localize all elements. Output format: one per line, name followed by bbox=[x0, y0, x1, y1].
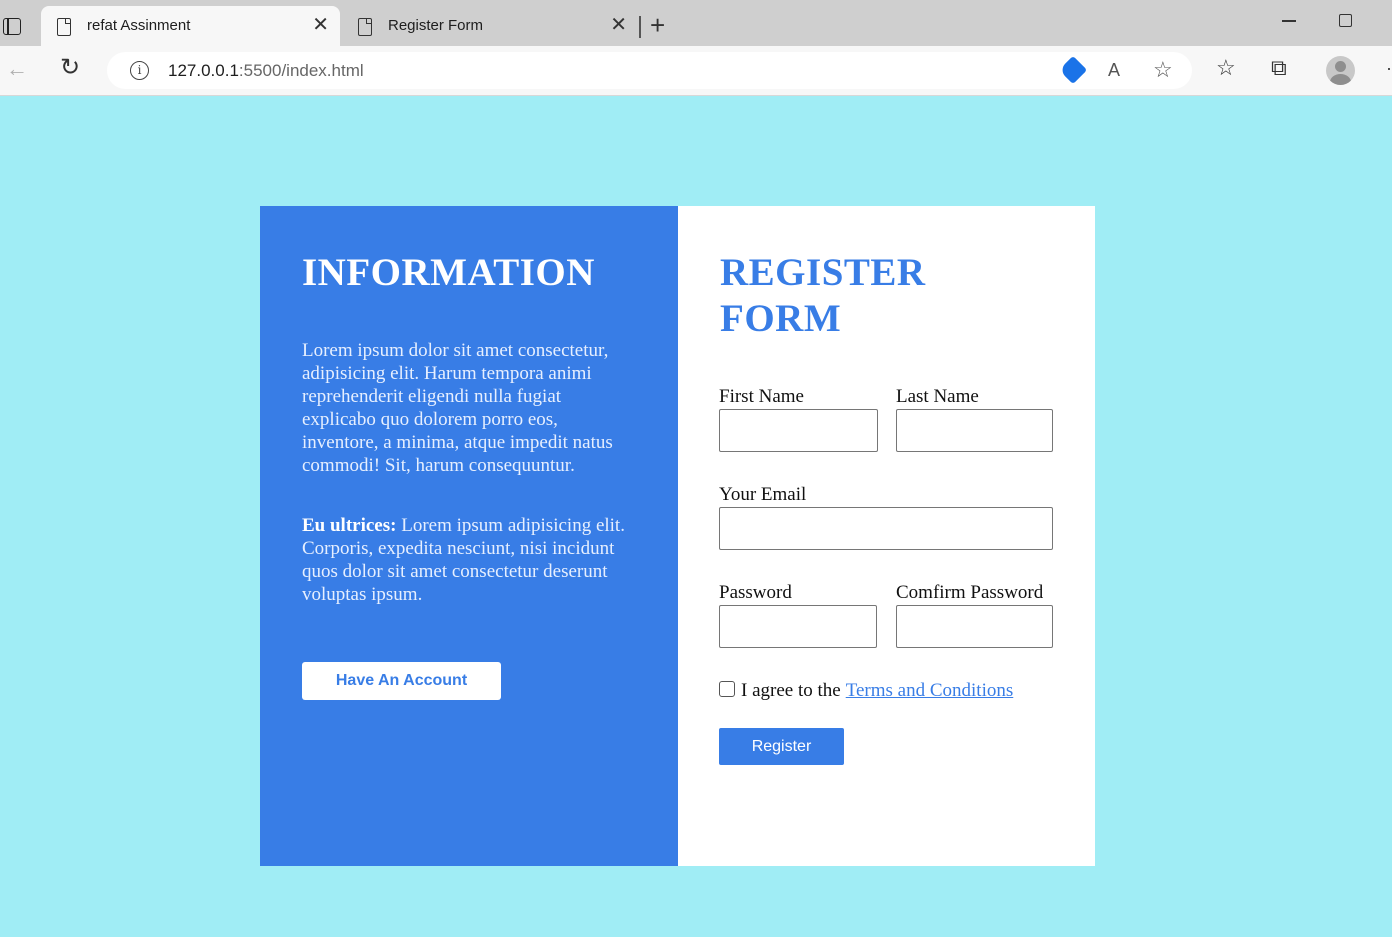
url-path: :5500/index.html bbox=[238, 61, 364, 80]
register-form-heading: REGISTER FORM bbox=[720, 251, 926, 340]
tab-register-form[interactable]: Register Form ✕ bbox=[342, 6, 638, 46]
url-host: 127.0.0.1 bbox=[168, 61, 239, 80]
confirm-password-label: Comfirm Password bbox=[896, 582, 1044, 603]
information-panel: INFORMATION Lorem ipsum dolor sit amet c… bbox=[260, 206, 678, 866]
site-info-icon[interactable]: i bbox=[130, 61, 149, 80]
new-tab-plus-icon[interactable]: + bbox=[650, 12, 665, 38]
favorites-icon[interactable]: ☆ bbox=[1216, 57, 1236, 79]
reload-icon[interactable]: ↻ bbox=[60, 56, 80, 80]
terms-and-conditions-link[interactable]: Terms and Conditions bbox=[846, 680, 1014, 702]
back-arrow-icon[interactable]: ← bbox=[6, 58, 28, 80]
terms-agreement: I agree to the Terms and Conditions bbox=[719, 680, 1013, 702]
tab-divider bbox=[639, 16, 641, 38]
information-heading: INFORMATION bbox=[302, 251, 595, 294]
tab-actions-icon[interactable] bbox=[3, 18, 21, 35]
browser-tab-bar: refat Assinment ✕ Register Form ✕ + bbox=[0, 0, 1392, 46]
register-card: INFORMATION Lorem ipsum dolor sit amet c… bbox=[260, 206, 1095, 866]
last-name-label: Last Name bbox=[896, 386, 979, 407]
information-paragraph-2: Eu ultrices: Lorem ipsum adipisicing eli… bbox=[302, 514, 638, 606]
confirm-password-input[interactable] bbox=[896, 605, 1053, 648]
tab-title: Register Form bbox=[388, 17, 484, 34]
password-input[interactable] bbox=[719, 605, 877, 648]
document-icon bbox=[57, 18, 71, 36]
address-toolbar: ← ↻ i 127.0.0.1:5500/index.html A ☆ ☆ ⧉ … bbox=[0, 46, 1392, 96]
maximize-icon[interactable] bbox=[1339, 14, 1352, 27]
first-name-input[interactable] bbox=[719, 409, 878, 452]
read-aloud-icon[interactable]: A bbox=[1108, 60, 1120, 81]
first-name-label: First Name bbox=[719, 386, 804, 407]
terms-checkbox[interactable] bbox=[719, 681, 735, 697]
close-icon[interactable]: ✕ bbox=[610, 15, 627, 35]
password-label: Password bbox=[719, 582, 792, 603]
more-menu-icon[interactable]: · bbox=[1386, 58, 1392, 79]
profile-avatar[interactable] bbox=[1326, 56, 1355, 85]
address-bar[interactable]: i 127.0.0.1:5500/index.html A ☆ bbox=[107, 52, 1192, 89]
paragraph-bold-lead: Eu ultrices: bbox=[302, 515, 397, 536]
tab-refat-assinment[interactable]: refat Assinment ✕ bbox=[41, 6, 340, 46]
email-input[interactable] bbox=[719, 507, 1053, 550]
collections-icon[interactable]: ⧉ bbox=[1271, 57, 1287, 79]
email-label: Your Email bbox=[719, 484, 807, 505]
url-text[interactable]: 127.0.0.1:5500/index.html bbox=[168, 61, 364, 81]
add-favorite-star-icon[interactable]: ☆ bbox=[1153, 57, 1173, 83]
last-name-input[interactable] bbox=[896, 409, 1053, 452]
close-icon[interactable]: ✕ bbox=[312, 15, 329, 35]
document-icon bbox=[358, 18, 372, 36]
register-button[interactable]: Register bbox=[719, 728, 844, 765]
information-paragraph: Lorem ipsum dolor sit amet consectetur, … bbox=[302, 340, 613, 476]
shopping-tag-icon[interactable] bbox=[1058, 55, 1088, 85]
tab-title: refat Assinment bbox=[87, 17, 191, 34]
have-an-account-button[interactable]: Have An Account bbox=[302, 662, 501, 700]
register-form-panel: REGISTER FORM First Name Last Name Your … bbox=[678, 206, 1095, 866]
agree-text: I agree to the bbox=[741, 680, 841, 701]
minimize-icon[interactable] bbox=[1282, 20, 1296, 22]
